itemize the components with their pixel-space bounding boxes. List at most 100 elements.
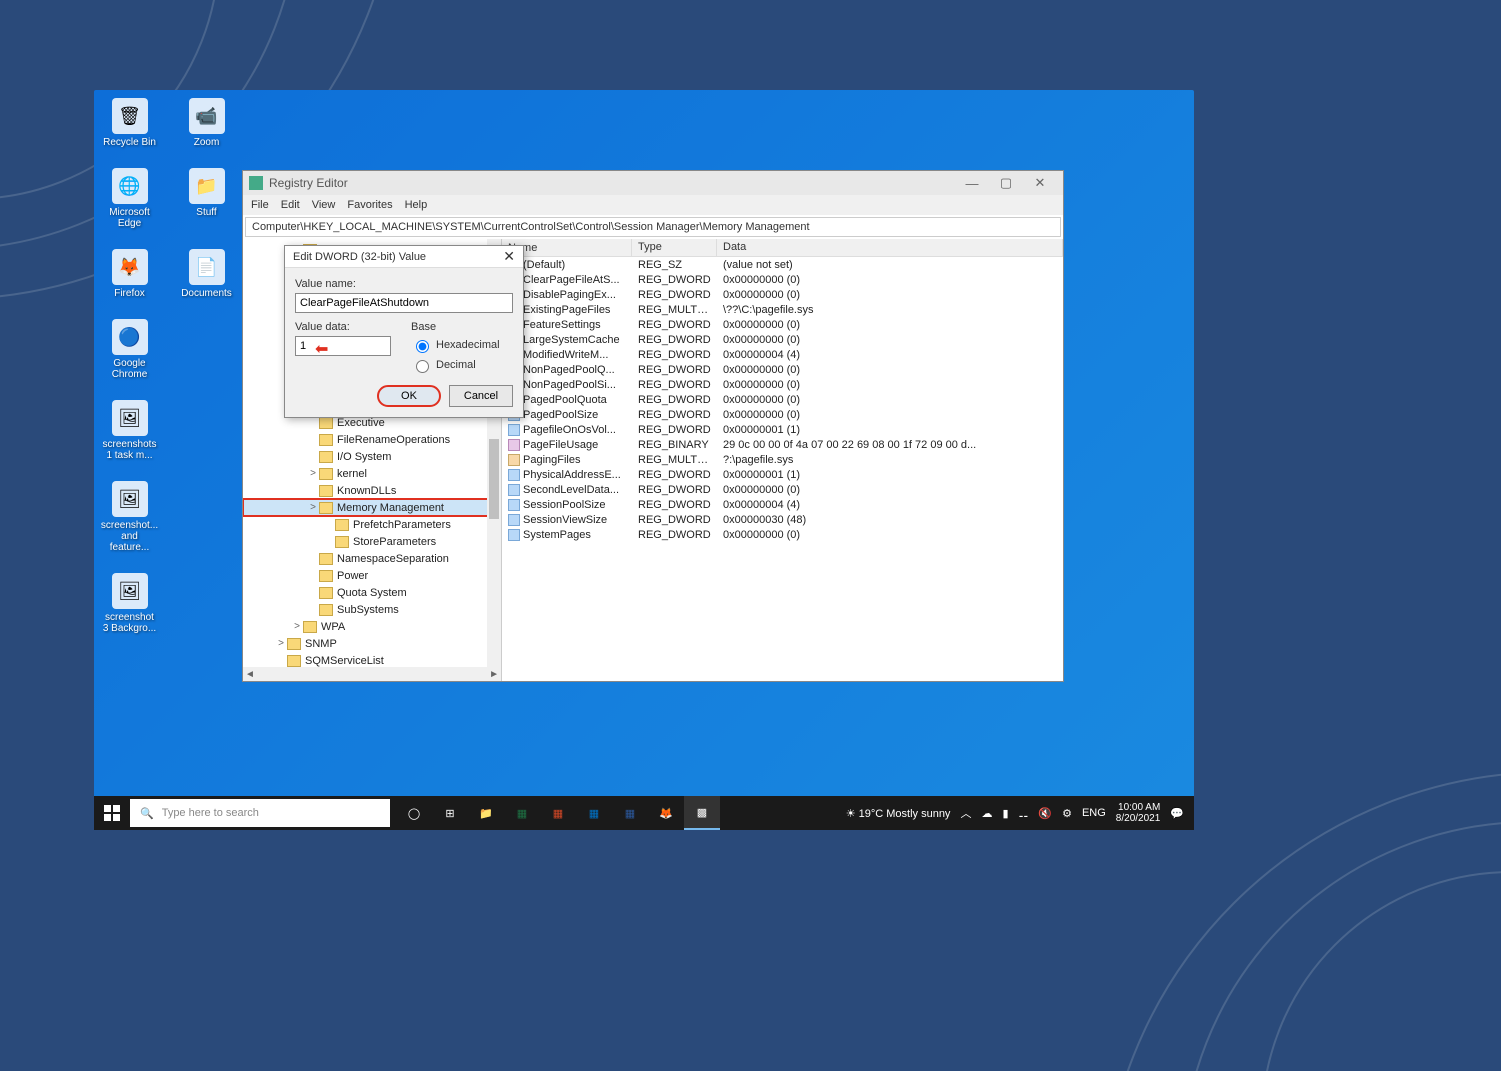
desktop-icon-label: Documents: [181, 288, 232, 299]
radio-decimal[interactable]: Decimal: [411, 357, 513, 373]
word-button[interactable]: ▦: [612, 796, 648, 830]
value-name: LargeSystemCache: [523, 334, 620, 346]
title-bar[interactable]: Registry Editor — ▢ ✕: [243, 171, 1063, 195]
value-row[interactable]: PhysicalAddressE...REG_DWORD0x00000001 (…: [502, 467, 1063, 482]
tree-item[interactable]: StoreParameters: [243, 533, 501, 550]
value-row[interactable]: DisablePagingEx...REG_DWORD0x00000000 (0…: [502, 287, 1063, 302]
menu-item[interactable]: Help: [405, 199, 428, 211]
value-data: 0x00000004 (4): [717, 499, 1063, 511]
minimize-button[interactable]: —: [955, 176, 989, 191]
search-box[interactable]: 🔍 Type here to search: [130, 799, 390, 827]
registry-values-list[interactable]: Name Type Data (Default)REG_SZ(value not…: [502, 239, 1063, 681]
desktop-icon-glyph: 🗑: [112, 98, 148, 134]
tree-item[interactable]: Power: [243, 567, 501, 584]
clock[interactable]: 10:00 AM 8/20/2021: [1116, 802, 1161, 824]
desktop-icon[interactable]: 📹Zoom: [179, 98, 234, 148]
tree-item[interactable]: I/O System: [243, 448, 501, 465]
col-data[interactable]: Data: [717, 239, 1063, 256]
regedit-taskbar-button[interactable]: ▩: [684, 796, 720, 830]
value-row[interactable]: LargeSystemCacheREG_DWORD0x00000000 (0): [502, 332, 1063, 347]
outlook-button[interactable]: ▦: [576, 796, 612, 830]
tree-item[interactable]: PrefetchParameters: [243, 516, 501, 533]
settings-tray-icon[interactable]: ⚙: [1062, 807, 1072, 820]
expand-icon[interactable]: >: [291, 621, 303, 632]
value-row[interactable]: (Default)REG_SZ(value not set): [502, 257, 1063, 272]
tree-item[interactable]: >Memory Management: [243, 499, 501, 516]
radio-hexadecimal[interactable]: Hexadecimal: [411, 337, 513, 353]
value-row[interactable]: ExistingPageFilesREG_MULTI_SZ\??\C:\page…: [502, 302, 1063, 317]
onedrive-icon[interactable]: ☁: [981, 807, 992, 820]
desktop-icon[interactable]: 🗑Recycle Bin: [102, 98, 157, 148]
menu-item[interactable]: Favorites: [347, 199, 392, 211]
value-row[interactable]: PagedPoolSizeREG_DWORD0x00000000 (0): [502, 407, 1063, 422]
radio-dec-input[interactable]: [416, 360, 429, 373]
tree-scrollbar-horiz[interactable]: ◄►: [243, 667, 501, 681]
value-row[interactable]: PagefileOnOsVol...REG_DWORD0x00000001 (1…: [502, 422, 1063, 437]
tree-item[interactable]: >WPA: [243, 618, 501, 635]
value-row[interactable]: SessionViewSizeREG_DWORD0x00000030 (48): [502, 512, 1063, 527]
value-row[interactable]: ModifiedWriteM...REG_DWORD0x00000004 (4): [502, 347, 1063, 362]
expand-icon[interactable]: >: [307, 502, 319, 513]
desktop-icon[interactable]: 📄Documents: [179, 249, 234, 299]
excel-button[interactable]: ▦: [504, 796, 540, 830]
battery-icon[interactable]: ▮: [1002, 807, 1008, 820]
cortana-button[interactable]: ⊞: [432, 796, 468, 830]
folder-icon: [319, 434, 333, 446]
desktop-icon[interactable]: 🖼screenshot 3 Backgro...: [102, 573, 157, 634]
value-row[interactable]: PagingFilesREG_MULTI_SZ?:\pagefile.sys: [502, 452, 1063, 467]
menu-item[interactable]: View: [312, 199, 336, 211]
desktop-icon[interactable]: 🖼screenshots 1 task m...: [102, 400, 157, 461]
file-explorer-button[interactable]: 📁: [468, 796, 504, 830]
close-button[interactable]: ✕: [1023, 175, 1057, 191]
notifications-icon[interactable]: 💬: [1170, 807, 1184, 820]
menu-item[interactable]: File: [251, 199, 269, 211]
value-type: REG_DWORD: [632, 514, 717, 526]
desktop-icon[interactable]: 🌐Microsoft Edge: [102, 168, 157, 229]
powerpoint-button[interactable]: ▦: [540, 796, 576, 830]
tray-chevron-icon[interactable]: ︿: [960, 805, 971, 821]
value-row[interactable]: SessionPoolSizeREG_DWORD0x00000004 (4): [502, 497, 1063, 512]
tree-item[interactable]: NamespaceSeparation: [243, 550, 501, 567]
tree-item[interactable]: SubSystems: [243, 601, 501, 618]
value-row[interactable]: PagedPoolQuotaREG_DWORD0x00000000 (0): [502, 392, 1063, 407]
tree-item[interactable]: KnownDLLs: [243, 482, 501, 499]
address-bar[interactable]: Computer\HKEY_LOCAL_MACHINE\SYSTEM\Curre…: [245, 217, 1061, 237]
desktop-icon[interactable]: 📁Stuff: [179, 168, 234, 229]
volume-icon[interactable]: 🔇: [1038, 807, 1052, 820]
tree-item[interactable]: >kernel: [243, 465, 501, 482]
value-row[interactable]: ClearPageFileAtS...REG_DWORD0x00000000 (…: [502, 272, 1063, 287]
tree-item[interactable]: FileRenameOperations: [243, 431, 501, 448]
task-view-button[interactable]: ◯: [396, 796, 432, 830]
tree-item[interactable]: Quota System: [243, 584, 501, 601]
radio-hex-input[interactable]: [416, 340, 429, 353]
value-row[interactable]: SystemPagesREG_DWORD0x00000000 (0): [502, 527, 1063, 542]
tree-item-label: Quota System: [337, 587, 407, 599]
dialog-title-bar[interactable]: Edit DWORD (32-bit) Value ✕: [285, 246, 523, 268]
desktop[interactable]: 🗑Recycle Bin📹Zoom🌐Microsoft Edge📁Stuff🦊F…: [94, 90, 1194, 830]
desktop-icon[interactable]: 🖼screenshot... and feature...: [102, 481, 157, 553]
desktop-icon[interactable]: 🦊Firefox: [102, 249, 157, 299]
desktop-icon[interactable]: 🔵Google Chrome: [102, 319, 157, 380]
start-button[interactable]: [94, 796, 130, 830]
value-name-input[interactable]: [295, 293, 513, 313]
tree-item[interactable]: >SNMP: [243, 635, 501, 652]
language-indicator[interactable]: ENG: [1082, 807, 1106, 819]
value-row[interactable]: SecondLevelData...REG_DWORD0x00000000 (0…: [502, 482, 1063, 497]
ok-button[interactable]: OK: [377, 385, 441, 407]
value-row[interactable]: FeatureSettingsREG_DWORD0x00000000 (0): [502, 317, 1063, 332]
expand-icon[interactable]: >: [307, 468, 319, 479]
list-header[interactable]: Name Type Data: [502, 239, 1063, 257]
expand-icon[interactable]: >: [275, 638, 287, 649]
dialog-close-button[interactable]: ✕: [503, 248, 515, 265]
value-row[interactable]: NonPagedPoolQ...REG_DWORD0x00000000 (0): [502, 362, 1063, 377]
menu-item[interactable]: Edit: [281, 199, 300, 211]
value-row[interactable]: PageFileUsageREG_BINARY29 0c 00 00 0f 4a…: [502, 437, 1063, 452]
weather-widget[interactable]: ☀ 19°C Mostly sunny: [846, 807, 951, 820]
wifi-icon[interactable]: ⚋: [1019, 807, 1029, 820]
col-type[interactable]: Type: [632, 239, 717, 256]
firefox-button[interactable]: 🦊: [648, 796, 684, 830]
value-row[interactable]: NonPagedPoolSi...REG_DWORD0x00000000 (0): [502, 377, 1063, 392]
maximize-button[interactable]: ▢: [989, 175, 1023, 191]
value-data-input[interactable]: [295, 336, 391, 356]
cancel-button[interactable]: Cancel: [449, 385, 513, 407]
